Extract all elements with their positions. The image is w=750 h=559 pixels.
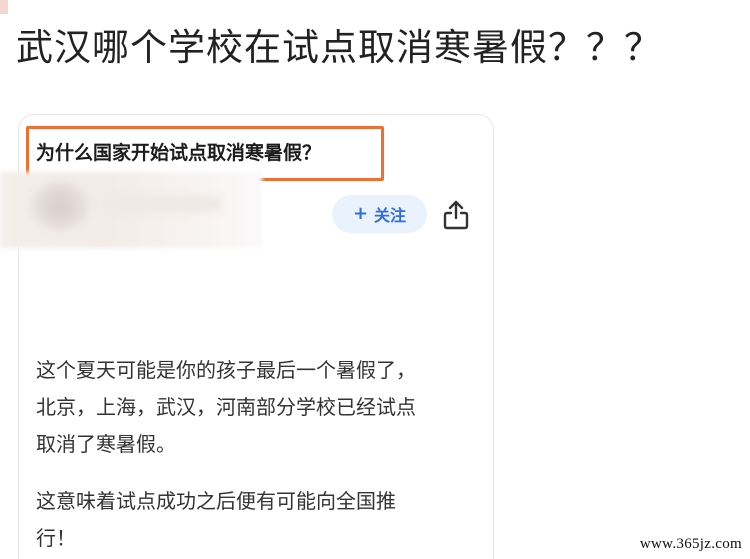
avatar	[30, 182, 90, 230]
paragraph-line: 北京，上海，武汉，河南部分学校已经试点	[36, 395, 416, 419]
paragraph-line: 行！	[36, 526, 76, 550]
post-title: 武汉哪个学校在试点取消寒暑假？？？	[16, 26, 662, 69]
corner-mark	[0, 0, 8, 14]
plus-icon: +	[352, 203, 369, 224]
blurred-author-name	[102, 196, 222, 212]
follow-button[interactable]: + 关注	[332, 195, 427, 233]
screenshot-page: 武汉哪个学校在试点取消寒暑假？？？ 为什么国家开始试点取消寒暑假？ + 关注 这…	[0, 0, 750, 559]
share-icon[interactable]	[443, 200, 469, 230]
answer-paragraph-2: 这意味着试点成功之后便有可能向全国推 行！	[36, 483, 396, 557]
paragraph-line: 这意味着试点成功之后便有可能向全国推	[36, 489, 396, 513]
answer-paragraph-1: 这个夏天可能是你的孩子最后一个暑假了， 北京，上海，武汉，河南部分学校已经试点 …	[36, 352, 416, 463]
paragraph-line: 取消了寒暑假。	[36, 432, 176, 456]
follow-label: 关注	[374, 206, 407, 225]
watermark: www.365jz.com	[639, 536, 742, 552]
question-title[interactable]: 为什么国家开始试点取消寒暑假？	[36, 139, 321, 167]
paragraph-line: 这个夏天可能是你的孩子最后一个暑假了，	[36, 358, 416, 382]
